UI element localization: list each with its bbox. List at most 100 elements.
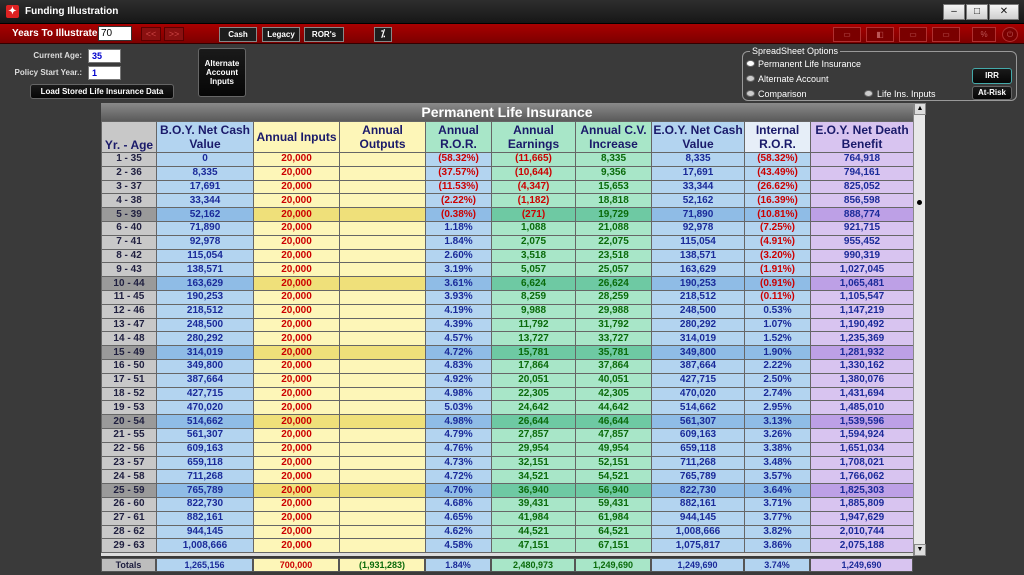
option-life-ins-inputs[interactable]: Life Ins. Inputs <box>877 89 936 99</box>
table-row[interactable]: 22 - 56 609,163 20,000 4.76% 29,954 49,954 659… <box>101 441 914 457</box>
minimize-button[interactable]: – <box>943 4 965 20</box>
column-header-eoy-cash-value: E.O.Y. Net Cash Value <box>651 121 745 153</box>
view-button-2[interactable]: ◧ <box>866 27 894 42</box>
years-input[interactable] <box>98 26 132 41</box>
table-row[interactable]: 15 - 49 314,019 20,000 4.72% 15,781 35,781 349… <box>101 345 914 360</box>
cell-annual-cv-increase: 42,305 <box>575 386 652 402</box>
cell-internal-ror: (4.91%) <box>744 234 811 250</box>
rors-button[interactable]: ROR's <box>304 27 344 42</box>
table-row[interactable]: 3 - 37 17,691 20,000 (11.53%) (4,347) 15,653 3… <box>101 179 914 195</box>
cell-annual-earnings: 17,864 <box>491 358 576 374</box>
cell-yr-age: 29 - 63 <box>101 538 157 554</box>
option-alternate-account[interactable]: Alternate Account <box>758 74 829 84</box>
table-row[interactable]: 11 - 45 190,253 20,000 3.93% 8,259 28,259 218,… <box>101 289 914 305</box>
table-row[interactable]: 28 - 62 944,145 20,000 4.62% 44,521 64,521 1,0… <box>101 524 914 540</box>
cell-annual-cv-increase: 59,431 <box>575 496 652 512</box>
at-risk-button[interactable]: At-Risk <box>972 86 1012 100</box>
radio-alternate-account-icon[interactable] <box>746 75 755 82</box>
cell-annual-outputs <box>339 179 426 195</box>
table-row[interactable]: 5 - 39 52,162 20,000 (0.38%) (271) 19,729 71,8… <box>101 207 914 222</box>
years-label: Years To Illustrate: <box>12 28 101 39</box>
cell-annual-earnings: (271) <box>491 207 576 222</box>
cell-yr-age: 26 - 60 <box>101 496 157 512</box>
table-row[interactable]: 14 - 48 280,292 20,000 4.57% 13,727 33,727 314… <box>101 331 914 347</box>
percent-button[interactable]: % <box>972 27 996 42</box>
table-row[interactable]: 27 - 61 882,161 20,000 4.65% 41,984 61,984 944… <box>101 510 914 526</box>
table-row[interactable]: 6 - 40 71,890 20,000 1.18% 1,088 21,088 92,978… <box>101 220 914 236</box>
table-row[interactable]: 10 - 44 163,629 20,000 3.61% 6,624 26,624 190,… <box>101 276 914 291</box>
calculator-icon[interactable]: ⁒ <box>374 27 392 42</box>
table-row[interactable]: 20 - 54 514,662 20,000 4.98% 26,644 46,644 561… <box>101 414 914 429</box>
table-row[interactable]: 12 - 46 218,512 20,000 4.19% 9,988 29,988 248,… <box>101 303 914 319</box>
table-row[interactable]: 13 - 47 248,500 20,000 4.39% 11,792 31,792 280… <box>101 317 914 333</box>
view-button-1[interactable]: ▭ <box>833 27 861 42</box>
cell-annual-inputs: 20,000 <box>253 427 340 443</box>
cell-internal-ror: 2.22% <box>744 358 811 374</box>
scroll-down-icon[interactable]: ▼ <box>914 544 926 556</box>
scroll-up-icon[interactable]: ▲ <box>914 103 926 115</box>
scroll-thumb[interactable] <box>917 200 922 205</box>
table-row[interactable]: 18 - 52 427,715 20,000 4.98% 22,305 42,305 470… <box>101 386 914 402</box>
legacy-button[interactable]: Legacy <box>262 27 300 42</box>
option-permanent-life[interactable]: Permanent Life Insurance <box>758 59 861 69</box>
view-button-3[interactable]: ▭ <box>899 27 927 42</box>
cell-annual-outputs <box>339 358 426 374</box>
cell-eoy-cash-value: 1,008,666 <box>651 524 745 540</box>
cell-annual-cv-increase: 54,521 <box>575 469 652 485</box>
cell-eoy-death-benefit: 888,774 <box>810 207 914 222</box>
radio-life-ins-inputs-icon[interactable] <box>864 90 873 97</box>
cell-annual-cv-increase: 19,729 <box>575 207 652 222</box>
table-row[interactable]: 25 - 59 765,789 20,000 4.70% 36,940 56,940 822… <box>101 483 914 498</box>
irr-button[interactable]: IRR <box>972 68 1012 84</box>
cell-eoy-cash-value: 944,145 <box>651 510 745 526</box>
load-stored-data-button[interactable]: Load Stored Life Insurance Data <box>30 84 174 99</box>
cell-annual-earnings: 22,305 <box>491 386 576 402</box>
cell-internal-ror: 1.07% <box>744 317 811 333</box>
cell-annual-outputs <box>339 345 426 360</box>
maximize-button[interactable]: □ <box>966 4 988 20</box>
cell-annual-inputs: 20,000 <box>253 303 340 319</box>
table-row[interactable]: 29 - 63 1,008,666 20,000 4.58% 47,151 67,151 1… <box>101 538 914 554</box>
table-row[interactable]: 19 - 53 470,020 20,000 5.03% 24,642 44,642 514… <box>101 400 914 416</box>
cell-boy-cash-value: 514,662 <box>156 414 254 429</box>
table-row[interactable]: 4 - 38 33,344 20,000 (2.22%) (1,182) 18,818 52… <box>101 193 914 209</box>
option-comparison[interactable]: Comparison <box>758 89 807 99</box>
radio-comparison-icon[interactable] <box>746 90 755 97</box>
table-row[interactable]: 21 - 55 561,307 20,000 4.79% 27,857 47,857 609… <box>101 427 914 443</box>
next-button[interactable]: >> <box>164 27 184 41</box>
cash-button[interactable]: Cash <box>219 27 257 42</box>
table-row[interactable]: 23 - 57 659,118 20,000 4.73% 32,151 52,151 711… <box>101 455 914 471</box>
table-row[interactable]: 9 - 43 138,571 20,000 3.19% 5,057 25,057 163,6… <box>101 262 914 278</box>
table-row[interactable]: 16 - 50 349,800 20,000 4.83% 17,864 37,864 387… <box>101 358 914 374</box>
cell-eoy-death-benefit: 1,027,045 <box>810 262 914 278</box>
cell-boy-cash-value: 944,145 <box>156 524 254 540</box>
cell-annual-cv-increase: 37,864 <box>575 358 652 374</box>
cell-eoy-cash-value: 190,253 <box>651 276 745 291</box>
table-row[interactable]: 1 - 35 0 20,000 (58.32%) (11,665) 8,335 8,335(… <box>101 152 914 167</box>
close-button[interactable]: ✕ <box>989 4 1019 20</box>
cell-annual-outputs <box>339 193 426 209</box>
cell-eoy-cash-value: 248,500 <box>651 303 745 319</box>
radio-permanent-life-icon[interactable] <box>746 60 755 67</box>
table-row[interactable]: 8 - 42 115,054 20,000 2.60% 3,518 23,518 138,5… <box>101 248 914 264</box>
cell-yr-age: 15 - 49 <box>101 345 157 360</box>
grid-scrollbar[interactable]: ▲ ▼ <box>913 103 926 556</box>
view-button-4[interactable]: ▭ <box>932 27 960 42</box>
policy-start-input[interactable]: 1 <box>88 66 121 80</box>
prev-button[interactable]: << <box>141 27 161 41</box>
cell-boy-cash-value: 882,161 <box>156 510 254 526</box>
cell-annual-inputs: 20,000 <box>253 193 340 209</box>
cell-internal-ror: (43.49%) <box>744 165 811 181</box>
current-age-input[interactable]: 35 <box>88 49 121 63</box>
power-icon[interactable]: ⏻ <box>1002 27 1018 42</box>
table-row[interactable]: 2 - 36 8,335 20,000 (37.57%) (10,644) 9,356 17… <box>101 165 914 181</box>
table-row[interactable]: 26 - 60 822,730 20,000 4.68% 39,431 59,431 882… <box>101 496 914 512</box>
alternate-account-inputs-button[interactable]: Alternate Account Inputs <box>198 48 246 97</box>
table-row[interactable]: 7 - 41 92,978 20,000 1.84% 2,075 22,075 115,05… <box>101 234 914 250</box>
table-row[interactable]: 17 - 51 387,664 20,000 4.92% 20,051 40,051 427… <box>101 372 914 388</box>
cell-annual-inputs: 20,000 <box>253 510 340 526</box>
cell-annual-outputs <box>339 469 426 485</box>
cell-yr-age: 7 - 41 <box>101 234 157 250</box>
table-row[interactable]: 24 - 58 711,268 20,000 4.72% 34,521 54,521 765… <box>101 469 914 485</box>
cell-annual-earnings: 27,857 <box>491 427 576 443</box>
